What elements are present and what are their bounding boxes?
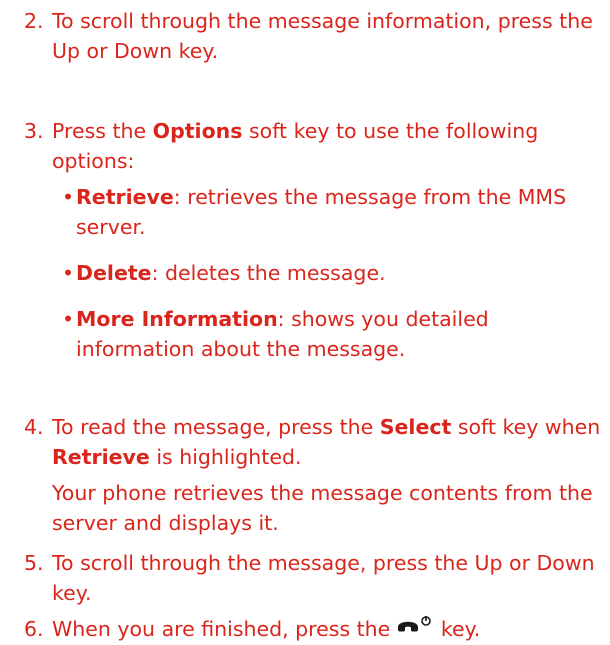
step-number: 3. (24, 119, 44, 143)
step-text: To scroll through the message, press the… (52, 551, 595, 605)
option-term: More Information (76, 307, 278, 331)
step-number: 5. (24, 551, 44, 575)
step-text: Press the Options soft key to use the fo… (52, 119, 539, 173)
step-4-note: Your phone retrieves the message content… (52, 481, 593, 535)
option-delete: • Delete: deletes the message. (62, 258, 602, 288)
manual-page: 2. To scroll through the message informa… (0, 0, 610, 641)
step-number: 2. (24, 9, 44, 33)
bullet-icon: • (62, 307, 75, 331)
retrieve-label: Retrieve (52, 445, 150, 469)
step-text: When you are finished, press the key. (52, 614, 610, 645)
option-term: Retrieve (76, 185, 174, 209)
option-more-information: • More Information: shows you detailed i… (62, 304, 602, 364)
option-term: Delete (76, 261, 152, 285)
option-description: : deletes the message. (151, 261, 386, 285)
options-label: Options (152, 119, 243, 143)
step-number: 6. (24, 617, 44, 641)
select-label: Select (379, 415, 452, 439)
step-number: 4. (24, 415, 44, 439)
option-retrieve: • Retrieve: retrieves the message from t… (62, 182, 602, 242)
step-text: To scroll through the message informatio… (52, 9, 593, 63)
bullet-icon: • (62, 261, 75, 285)
bullet-icon: • (62, 185, 75, 209)
step-text: To read the message, press the Select so… (52, 415, 601, 469)
